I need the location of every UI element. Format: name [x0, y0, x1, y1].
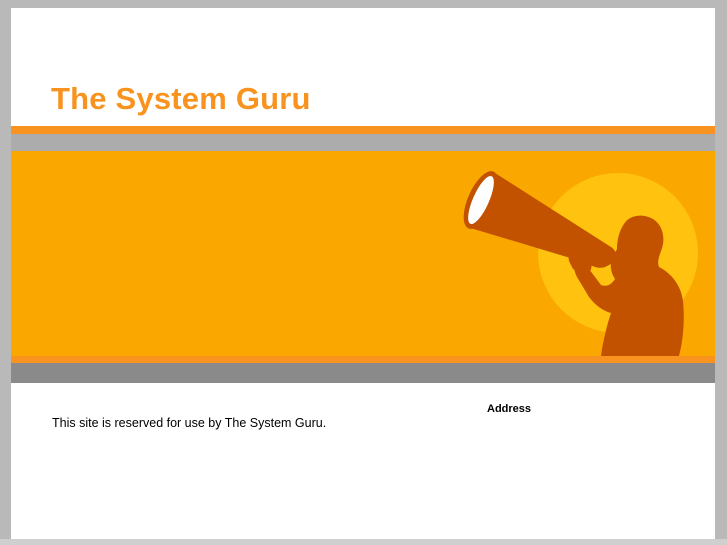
- header-gray-band: [11, 134, 715, 151]
- header-accent-bar: [11, 126, 715, 134]
- footer-strip: [0, 539, 727, 545]
- hero-bottom-gray-band: [11, 363, 715, 383]
- hero-banner: [11, 151, 715, 356]
- page-container: The System Guru This site is reserved fo…: [11, 8, 715, 545]
- intro-text: This site is reserved for use by The Sys…: [52, 416, 327, 430]
- address-heading: Address: [487, 403, 532, 415]
- site-title: The System Guru: [51, 81, 311, 116]
- megaphone-person-icon: [463, 171, 698, 356]
- hero-bottom-accent-bar: [11, 356, 715, 363]
